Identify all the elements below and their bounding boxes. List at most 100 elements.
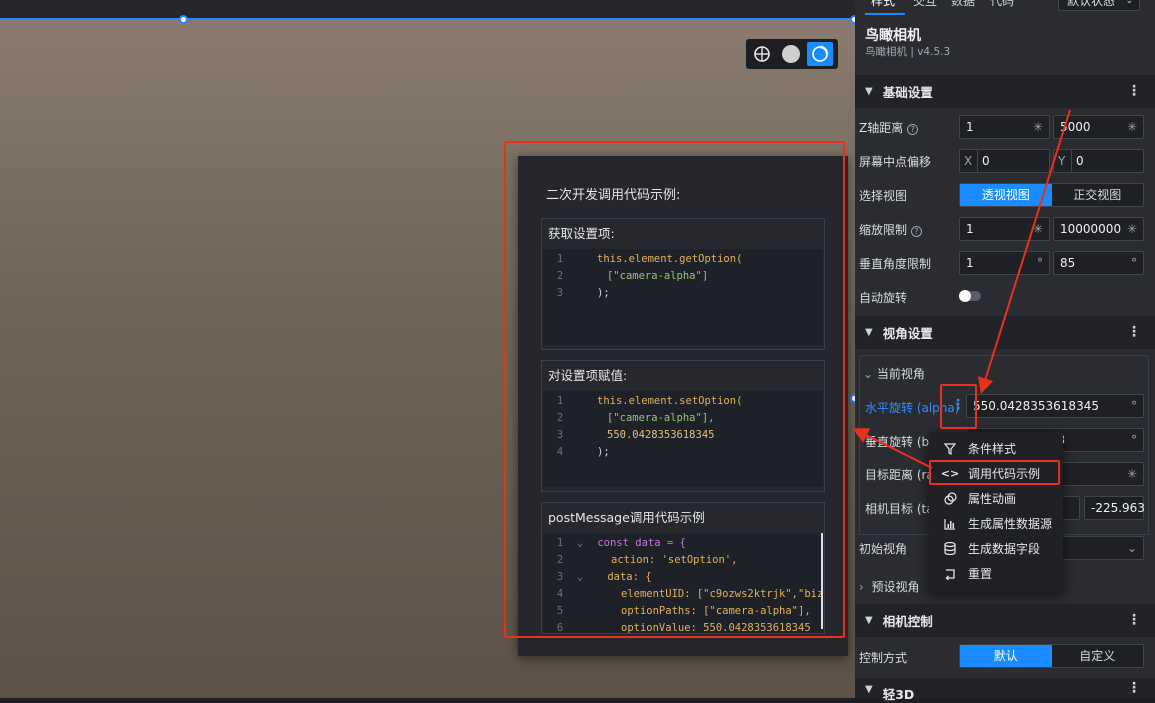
- code-line: 4elementUID: ["c9ozws2ktrjk","biz4z6jdxb: [556, 588, 823, 600]
- code-editor[interactable]: 1 ⌄ const data = { 2 action: 'setOption', 3…: [543, 533, 823, 633]
- orthographic-view-option[interactable]: 正交视图: [1051, 184, 1143, 206]
- code-line: 3 550.0428353618345: [556, 429, 715, 441]
- code-line: 1 ⌄ const data = {: [556, 537, 686, 549]
- more-vertical-icon[interactable]: ⋮: [1127, 83, 1141, 99]
- alpha-label[interactable]: 水平旋转 (alpha): [865, 399, 959, 416]
- asterisk-icon: ✳: [1032, 222, 1043, 236]
- auto-rotate-toggle[interactable]: [959, 290, 981, 302]
- chevron-down-icon: ⌄: [863, 367, 874, 381]
- code-editor[interactable]: 1 this.element.setOption( 2 ["camera-alpha…: [543, 391, 823, 487]
- zoom-max-input[interactable]: 10000000 ✳: [1053, 217, 1144, 241]
- resize-handle[interactable]: [179, 15, 188, 24]
- sphere-icon[interactable]: [778, 42, 804, 66]
- globe-icon[interactable]: [749, 42, 775, 66]
- tab-active-indicator: [865, 13, 905, 15]
- menu-item-conditional-style[interactable]: 条件样式: [929, 436, 1063, 461]
- code-editor[interactable]: 1 this.element.getOption( 2 ["camera-alpha…: [543, 249, 823, 345]
- database-icon: [943, 542, 957, 555]
- alpha-input[interactable]: 550.0428353618345 °: [966, 394, 1144, 418]
- initial-view-label: 初始视角: [859, 542, 908, 556]
- tab-interaction[interactable]: 交互: [913, 0, 937, 9]
- auto-rotate-label: 自动旋转: [859, 291, 908, 305]
- tab-style[interactable]: 样式: [871, 0, 895, 9]
- beta-label: 垂直旋转 (be: [865, 435, 937, 449]
- chevron-down-icon: ⌄: [1126, 541, 1137, 555]
- vangle-min-input[interactable]: 1 °: [959, 251, 1050, 275]
- code-line: 2 ["camera-alpha"]: [556, 270, 709, 282]
- menu-item-gen-datasource[interactable]: 生成属性数据源: [929, 511, 1063, 536]
- post-message-block: postMessage调用代码示例 1 ⌄ const data = { 2 acti…: [541, 502, 825, 634]
- chevron-right-icon: ›: [859, 580, 864, 594]
- help-icon[interactable]: ?: [910, 226, 922, 237]
- caret-down-icon: ▼: [865, 615, 873, 626]
- section-view[interactable]: ▼ 视角设置 ⋮: [855, 316, 1155, 349]
- selection-outline: [0, 18, 855, 20]
- help-icon[interactable]: ?: [907, 124, 919, 135]
- code-line: 3);: [556, 287, 610, 299]
- view-toggle: 透视视图 正交视图: [959, 183, 1144, 207]
- code-icon: <>: [940, 467, 960, 480]
- control-mode-default[interactable]: 默认: [960, 645, 1052, 667]
- menu-item-gen-field[interactable]: 生成数据字段: [929, 536, 1063, 561]
- chevron-down-icon: ⌄: [1125, 0, 1133, 6]
- section-light3d[interactable]: ▼ 轻3D ⋮: [855, 678, 1155, 702]
- panel-tabs: 样式 交互 数据 代码 默认状态 ⌄: [855, 0, 1155, 18]
- code-line: 3 ⌄ data: {: [556, 571, 652, 583]
- preset-view-header[interactable]: › 预设视角: [859, 578, 919, 595]
- target-y-input[interactable]: -225.963: [1084, 496, 1145, 520]
- code-line: 2 ["camera-alpha"],: [556, 412, 715, 424]
- tab-data[interactable]: 数据: [951, 0, 975, 9]
- code-line: 2 action: 'setOption',: [556, 554, 738, 566]
- zoom-min-input[interactable]: 1 ✳: [959, 217, 1050, 241]
- more-vertical-icon[interactable]: ⋮: [1127, 680, 1141, 696]
- view-select-label: 选择视图: [859, 189, 908, 203]
- more-vertical-icon[interactable]: ⋮: [951, 397, 965, 413]
- filter-icon: [943, 442, 957, 455]
- section-basic[interactable]: ▼ 基础设置 ⋮: [855, 75, 1155, 108]
- menu-item-property-animation[interactable]: 属性动画: [929, 486, 1063, 511]
- tab-code[interactable]: 代码: [990, 0, 1014, 9]
- bar-chart-icon: [943, 518, 957, 530]
- vertical-angle-label: 垂直角度限制: [859, 257, 932, 271]
- center-x-input[interactable]: X0: [959, 149, 1050, 173]
- perspective-view-option[interactable]: 透视视图: [960, 184, 1052, 206]
- code-panel-title: 二次开发调用代码示例:: [546, 188, 681, 203]
- canvas-top-bar: [0, 0, 855, 19]
- control-mode-toggle: 默认 自定义: [959, 644, 1144, 668]
- code-line: 1 this.element.getOption(: [556, 253, 743, 265]
- animation-icon: [943, 492, 957, 505]
- z-min-input[interactable]: 1 ✳: [959, 115, 1050, 139]
- code-line: 6 optionValue: 550.0428353618345: [556, 622, 811, 633]
- property-panel: 样式 交互 数据 代码 默认状态 ⌄ 鸟瞰相机 鸟瞰相机 | v4.5.3 ▼ 基…: [855, 0, 1155, 702]
- z-max-input[interactable]: 5000 ✳: [1053, 115, 1144, 139]
- caret-down-icon: ▼: [865, 86, 873, 97]
- state-select[interactable]: 默认状态 ⌄: [1058, 0, 1140, 11]
- set-option-title: 对设置项赋值:: [548, 368, 628, 383]
- center-y-input[interactable]: Y0: [1053, 149, 1144, 173]
- more-vertical-icon[interactable]: ⋮: [1127, 612, 1141, 628]
- asterisk-icon: ✳: [1126, 120, 1137, 134]
- asterisk-icon: ✳: [1032, 120, 1043, 134]
- post-message-title: postMessage调用代码示例: [548, 510, 705, 525]
- scrollbar[interactable]: [821, 533, 823, 629]
- menu-item-code-example[interactable]: <> 调用代码示例: [929, 461, 1063, 486]
- section-camera-control[interactable]: ▼ 相机控制 ⋮: [855, 604, 1155, 637]
- component-title: 鸟瞰相机: [865, 28, 921, 44]
- z-distance-label: Z轴距离 ?: [859, 119, 919, 136]
- menu-item-reset[interactable]: 重置: [929, 561, 1063, 586]
- control-mode-label: 控制方式: [859, 651, 908, 665]
- control-mode-custom[interactable]: 自定义: [1051, 645, 1143, 667]
- vangle-max-input[interactable]: 85 °: [1053, 251, 1144, 275]
- radius-label: 目标距离 (ra: [865, 468, 934, 482]
- set-option-block: 对设置项赋值: 1 this.element.setOption( 2 ["came…: [541, 360, 825, 492]
- caret-down-icon: ▼: [865, 327, 873, 338]
- more-vertical-icon[interactable]: ⋮: [1127, 324, 1141, 340]
- code-line: 4);: [556, 446, 610, 458]
- current-view-header[interactable]: ⌄ 当前视角: [863, 365, 925, 382]
- caret-down-icon: ▼: [865, 684, 873, 695]
- get-option-block: 获取设置项: 1 this.element.getOption( 2 ["camer…: [541, 218, 825, 350]
- code-line: 5 optionPaths: ["camera-alpha"],: [556, 605, 811, 617]
- orbit-icon[interactable]: [807, 42, 833, 66]
- component-subtitle: 鸟瞰相机 | v4.5.3: [865, 46, 951, 58]
- asterisk-icon: ✳: [1126, 467, 1137, 481]
